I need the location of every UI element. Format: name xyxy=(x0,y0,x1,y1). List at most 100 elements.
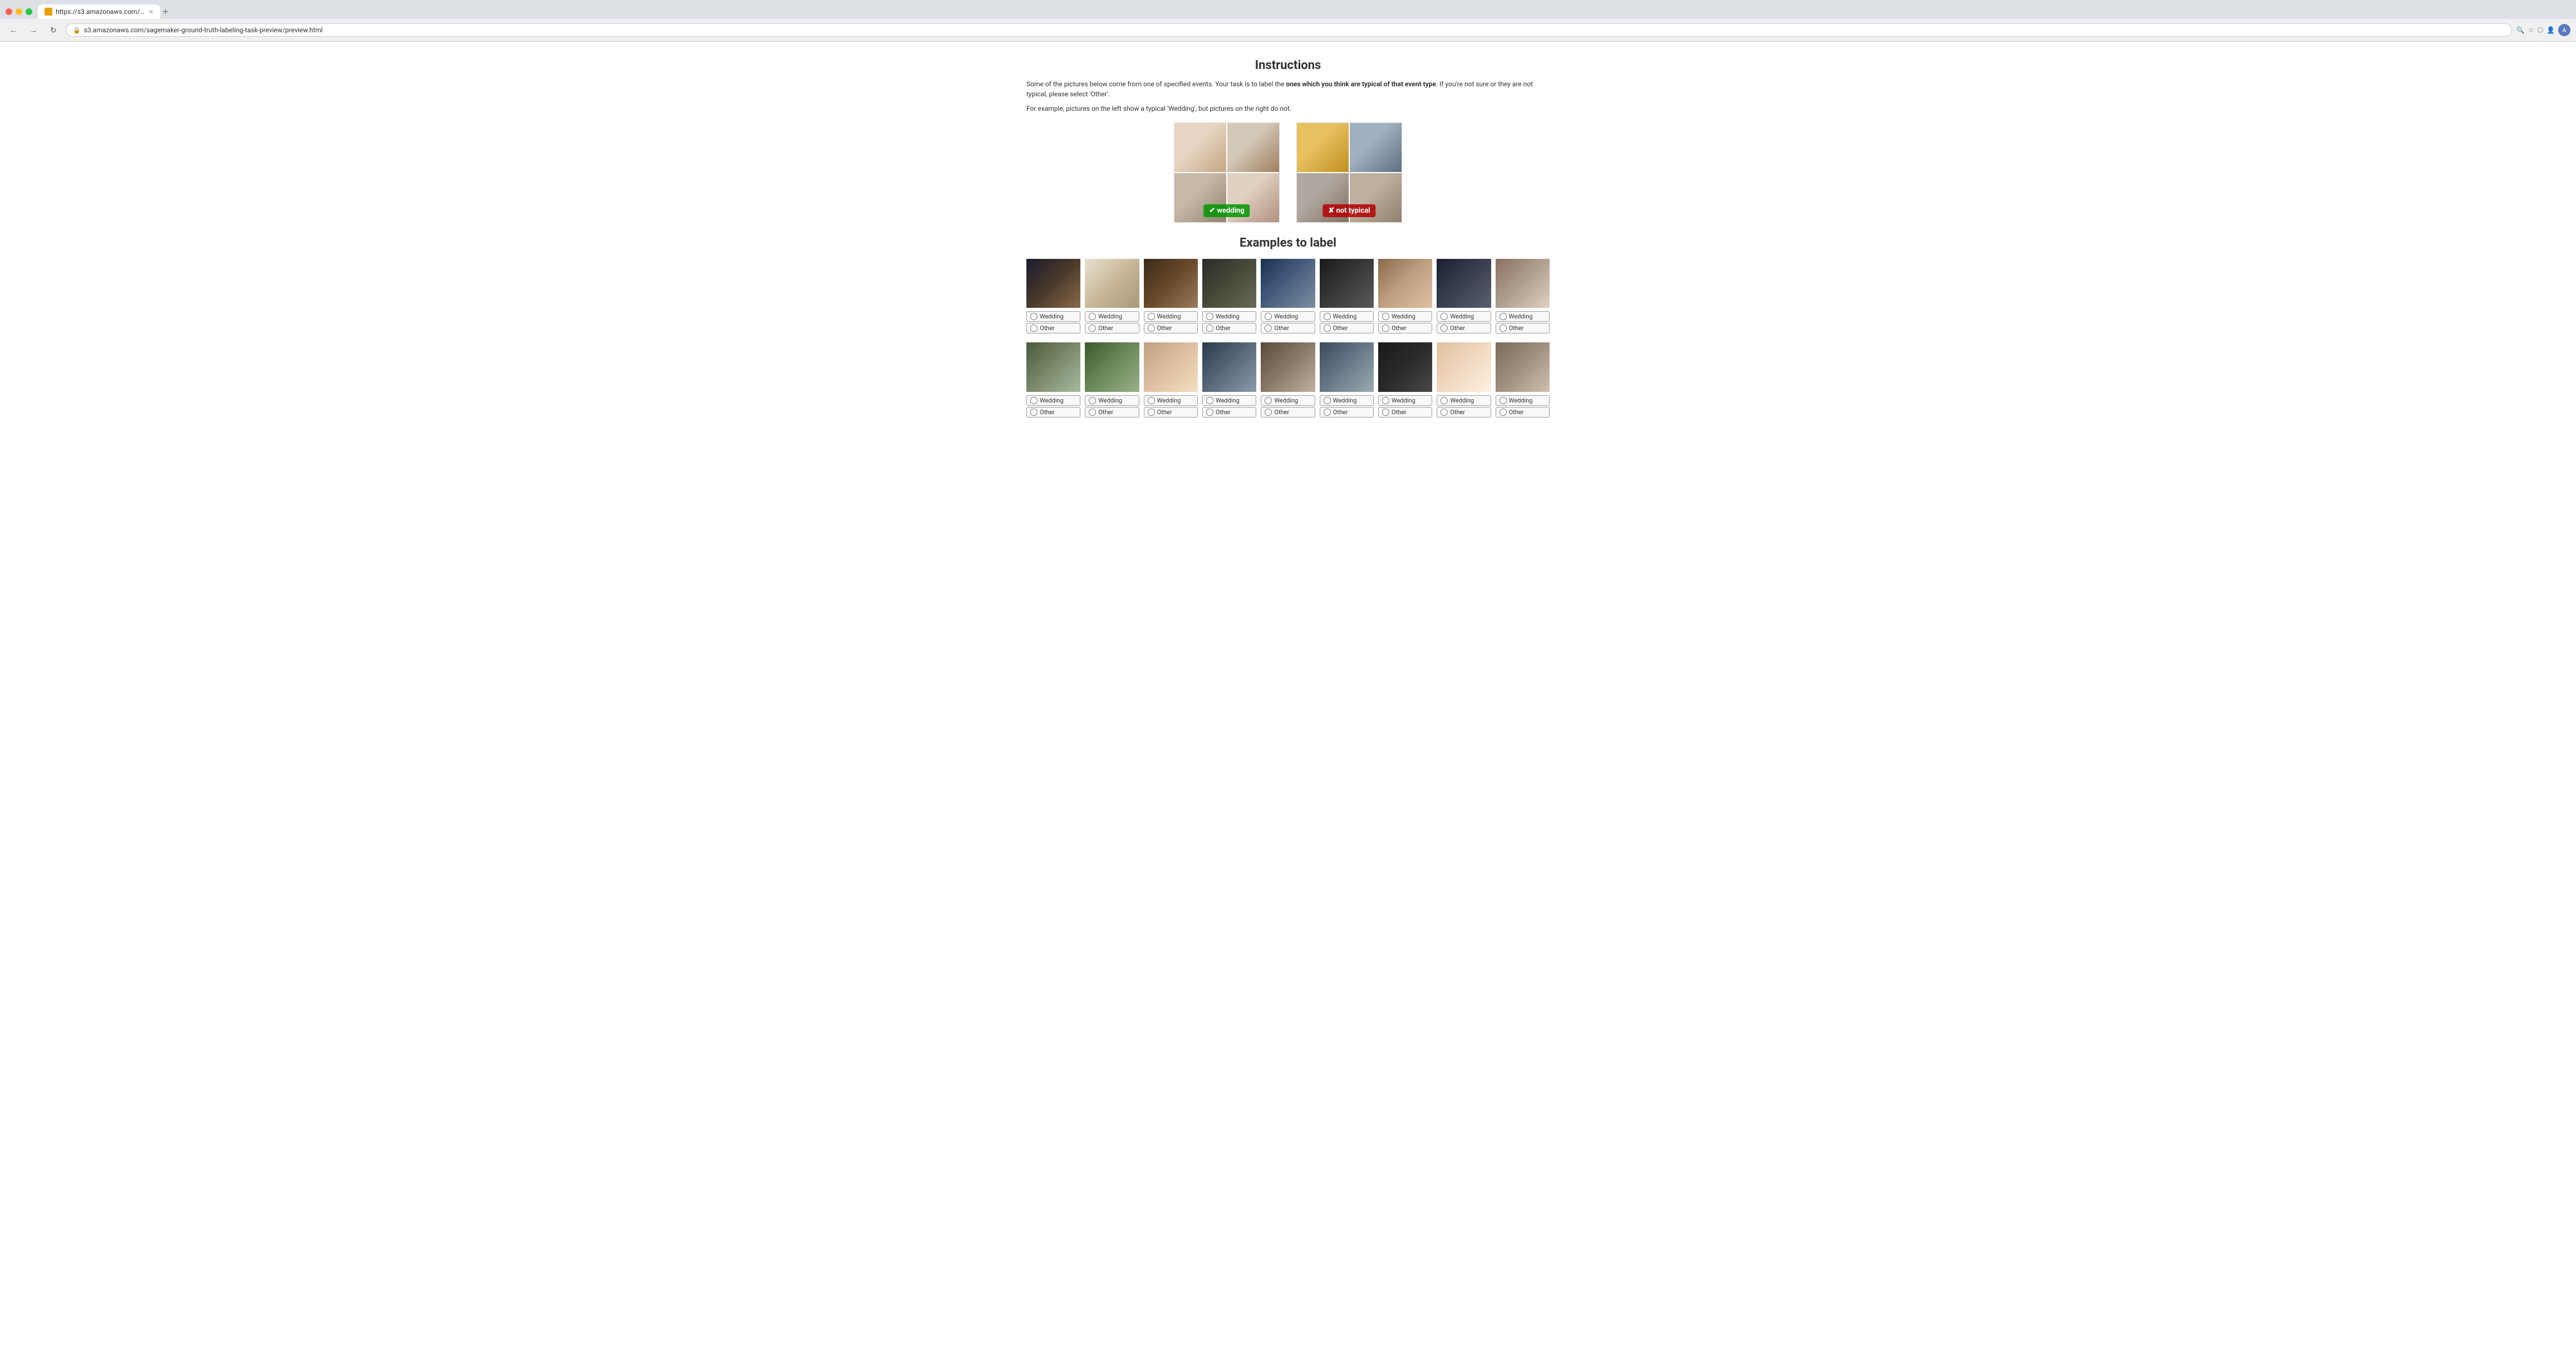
extension-icon[interactable]: ⬡ xyxy=(2538,26,2543,34)
wedding-radio-input-6[interactable] xyxy=(1324,313,1331,320)
wedding-radio-14[interactable]: Wedding xyxy=(1261,395,1315,406)
other-radio-input-17[interactable] xyxy=(1441,409,1448,416)
other-radio-input-2[interactable] xyxy=(1089,325,1096,332)
other-radio-input-18[interactable] xyxy=(1500,409,1507,416)
radio-group-16: Wedding Other xyxy=(1378,395,1432,418)
other-radio-11[interactable]: Other xyxy=(1085,407,1139,418)
wedding-radio-input-15[interactable] xyxy=(1324,397,1331,404)
other-radio-2[interactable]: Other xyxy=(1085,323,1139,333)
other-radio-13[interactable]: Other xyxy=(1202,407,1256,418)
wedding-radio-13[interactable]: Wedding xyxy=(1202,395,1256,406)
active-tab[interactable]: https://s3.amazonaws.com/s... ✕ xyxy=(38,4,160,19)
page-title: Instructions xyxy=(1026,58,1550,72)
url-text: s3.amazonaws.com/sagemaker-ground-truth-… xyxy=(84,26,2505,34)
wedding-radio-input-16[interactable] xyxy=(1382,397,1389,404)
other-radio-input-14[interactable] xyxy=(1265,409,1272,416)
wedding-radio-label-2: Wedding xyxy=(1098,313,1122,320)
other-radio-10[interactable]: Other xyxy=(1026,407,1080,418)
other-radio-14[interactable]: Other xyxy=(1261,407,1315,418)
other-radio-5[interactable]: Other xyxy=(1261,323,1315,333)
url-bar[interactable]: 🔒 s3.amazonaws.com/sagemaker-ground-trut… xyxy=(66,23,2512,37)
wedding-radio-10[interactable]: Wedding xyxy=(1026,395,1080,406)
other-radio-7[interactable]: Other xyxy=(1378,323,1432,333)
other-radio-input-7[interactable] xyxy=(1382,325,1389,332)
minimize-button[interactable] xyxy=(16,8,22,15)
wedding-radio-7[interactable]: Wedding xyxy=(1378,311,1432,322)
wedding-radio-input-9[interactable] xyxy=(1500,313,1507,320)
other-radio-18[interactable]: Other xyxy=(1496,407,1550,418)
wedding-radio-6[interactable]: Wedding xyxy=(1320,311,1374,322)
radio-group-11: Wedding Other xyxy=(1085,395,1139,418)
other-radio-9[interactable]: Other xyxy=(1496,323,1550,333)
other-radio-input-16[interactable] xyxy=(1382,409,1389,416)
other-radio-input-4[interactable] xyxy=(1206,325,1213,332)
other-radio-input-1[interactable] xyxy=(1030,325,1038,332)
wedding-radio-12[interactable]: Wedding xyxy=(1144,395,1198,406)
wedding-radio-input-8[interactable] xyxy=(1441,313,1448,320)
wedding-radio-label-3: Wedding xyxy=(1157,313,1181,320)
wedding-radio-4[interactable]: Wedding xyxy=(1202,311,1256,322)
other-radio-input-3[interactable] xyxy=(1148,325,1155,332)
image-thumb-13 xyxy=(1202,342,1256,391)
search-icon[interactable]: 🔍 xyxy=(2516,26,2525,34)
other-radio-1[interactable]: Other xyxy=(1026,323,1080,333)
tab-close-icon[interactable]: ✕ xyxy=(149,8,154,16)
image-card-18: Wedding Other xyxy=(1496,342,1550,417)
wedding-radio-input-18[interactable] xyxy=(1500,397,1507,404)
wedding-radio-input-12[interactable] xyxy=(1148,397,1155,404)
other-radio-input-5[interactable] xyxy=(1265,325,1272,332)
other-radio-12[interactable]: Other xyxy=(1144,407,1198,418)
other-radio-input-15[interactable] xyxy=(1324,409,1331,416)
new-tab-button[interactable]: + xyxy=(163,6,169,18)
wedding-radio-input-3[interactable] xyxy=(1148,313,1155,320)
wedding-radio-input-17[interactable] xyxy=(1441,397,1448,404)
wedding-radio-input-1[interactable] xyxy=(1030,313,1038,320)
wedding-radio-2[interactable]: Wedding xyxy=(1085,311,1139,322)
other-radio-15[interactable]: Other xyxy=(1320,407,1374,418)
wedding-radio-1[interactable]: Wedding xyxy=(1026,311,1080,322)
maximize-button[interactable] xyxy=(26,8,32,15)
wedding-radio-input-11[interactable] xyxy=(1089,397,1096,404)
other-radio-input-11[interactable] xyxy=(1089,409,1096,416)
other-radio-input-8[interactable] xyxy=(1441,325,1448,332)
wedding-radio-11[interactable]: Wedding xyxy=(1085,395,1139,406)
other-radio-4[interactable]: Other xyxy=(1202,323,1256,333)
refresh-button[interactable]: ↻ xyxy=(46,22,61,38)
wedding-radio-input-14[interactable] xyxy=(1265,397,1272,404)
wedding-radio-9[interactable]: Wedding xyxy=(1496,311,1550,322)
close-button[interactable] xyxy=(6,8,12,15)
user-avatar[interactable]: A xyxy=(2558,24,2570,36)
wedding-radio-16[interactable]: Wedding xyxy=(1378,395,1432,406)
wedding-radio-input-10[interactable] xyxy=(1030,397,1038,404)
not-typical-example-group: ✘ not typical xyxy=(1296,122,1402,223)
wedding-radio-18[interactable]: Wedding xyxy=(1496,395,1550,406)
wedding-radio-input-7[interactable] xyxy=(1382,313,1389,320)
radio-group-5: Wedding Other xyxy=(1261,311,1315,333)
wedding-radio-5[interactable]: Wedding xyxy=(1261,311,1315,322)
wedding-radio-3[interactable]: Wedding xyxy=(1144,311,1198,322)
wedding-radio-17[interactable]: Wedding xyxy=(1437,395,1491,406)
other-radio-6[interactable]: Other xyxy=(1320,323,1374,333)
forward-button[interactable]: → xyxy=(26,22,41,38)
other-radio-label-13: Other xyxy=(1216,409,1231,416)
other-radio-input-13[interactable] xyxy=(1206,409,1213,416)
wedding-radio-8[interactable]: Wedding xyxy=(1437,311,1491,322)
account-icon[interactable]: 👤 xyxy=(2546,26,2555,34)
other-radio-input-6[interactable] xyxy=(1324,325,1331,332)
other-radio-16[interactable]: Other xyxy=(1378,407,1432,418)
wedding-radio-input-13[interactable] xyxy=(1206,397,1213,404)
other-radio-input-12[interactable] xyxy=(1148,409,1155,416)
other-radio-input-9[interactable] xyxy=(1500,325,1507,332)
star-icon[interactable]: ☆ xyxy=(2528,26,2534,34)
other-radio-8[interactable]: Other xyxy=(1437,323,1491,333)
image-grid-row-2: Wedding Other Wedding Other Wedding Othe… xyxy=(1026,342,1550,417)
other-radio-17[interactable]: Other xyxy=(1437,407,1491,418)
other-radio-input-10[interactable] xyxy=(1030,409,1038,416)
wedding-radio-input-5[interactable] xyxy=(1265,313,1272,320)
wedding-radio-15[interactable]: Wedding xyxy=(1320,395,1374,406)
other-radio-3[interactable]: Other xyxy=(1144,323,1198,333)
other-radio-label-18: Other xyxy=(1509,409,1524,416)
wedding-radio-input-4[interactable] xyxy=(1206,313,1213,320)
wedding-radio-input-2[interactable] xyxy=(1089,313,1096,320)
back-button[interactable]: ← xyxy=(6,22,21,38)
